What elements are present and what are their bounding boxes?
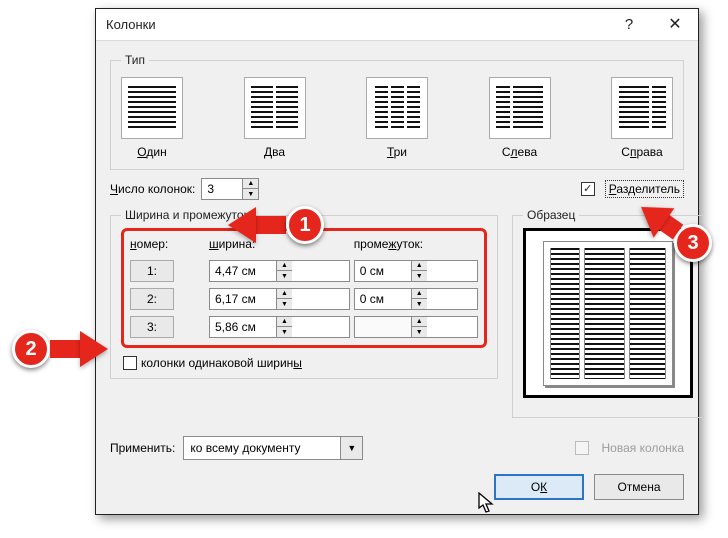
apply-row: Применить: ко всему документу ▼ Новая ко…: [110, 436, 684, 460]
preview-legend: Образец: [523, 208, 579, 222]
apply-label: Применить:: [110, 441, 175, 455]
row2-gap-spinner[interactable]: ▲▼: [354, 288, 478, 310]
row2-width-input[interactable]: [210, 289, 276, 309]
separator-checkbox[interactable]: [581, 182, 595, 196]
separator-row[interactable]: Разделитель: [581, 180, 684, 198]
row3-width-spinner[interactable]: ▲▼: [209, 316, 350, 338]
table-row: 3: ▲▼ ▲▼: [128, 313, 480, 341]
count-input[interactable]: [202, 179, 242, 199]
row1-gap-spinner[interactable]: ▲▼: [354, 260, 478, 282]
equal-width-checkbox[interactable]: [123, 356, 137, 370]
row2-gap-input[interactable]: [355, 289, 411, 309]
separator-label: Разделитель: [605, 180, 684, 198]
table-row: 2: ▲▼ ▲▼: [128, 285, 480, 313]
row1-num: 1:: [130, 260, 174, 282]
annotation-2-number: 2: [12, 330, 50, 368]
row3-num: 3:: [130, 316, 174, 338]
dialog-content: Тип Один Два Три Слева: [96, 41, 698, 514]
spin-up-icon[interactable]: ▲: [243, 179, 258, 189]
annotation-3-number: 3: [674, 224, 712, 262]
type-legend: Тип: [121, 53, 149, 67]
equal-width-row[interactable]: колонки одинаковой ширины: [123, 356, 487, 370]
preset-two-label: Два: [264, 145, 285, 159]
new-column-label: Новая колонка: [601, 441, 684, 455]
preset-two-icon: [244, 77, 306, 139]
row2-width-spinner[interactable]: ▲▼: [209, 288, 350, 310]
row2-num: 2:: [130, 288, 174, 310]
spin-down-icon[interactable]: ▼: [243, 189, 258, 199]
preset-one-label: Один: [137, 145, 166, 159]
count-row: Число колонок: ▲▼ Разделитель: [110, 178, 684, 200]
close-button[interactable]: ✕: [652, 9, 698, 41]
preset-left-label: Слева: [502, 145, 537, 159]
count-spinner[interactable]: ▲▼: [201, 178, 259, 200]
preview-page-icon: [543, 241, 673, 386]
preset-two[interactable]: Два: [244, 77, 306, 159]
preset-three-label: Три: [387, 145, 407, 159]
chevron-down-icon[interactable]: ▼: [340, 437, 362, 459]
equal-width-label: колонки одинаковой ширины: [141, 356, 302, 370]
preset-one[interactable]: Один: [121, 77, 183, 159]
type-group: Тип Один Два Три Слева: [110, 53, 684, 170]
columns-dialog: Колонки ? ✕ Тип Один Два Три: [95, 8, 699, 515]
preset-three-icon: [366, 77, 428, 139]
help-button[interactable]: ?: [606, 9, 652, 41]
preset-three[interactable]: Три: [366, 77, 428, 159]
cancel-button[interactable]: Отмена: [594, 474, 684, 500]
preset-right-icon: [611, 77, 673, 139]
width-table: номер: ширина: промежуток: 1: ▲▼ ▲▼ 2: ▲…: [128, 235, 480, 341]
preset-one-icon: [121, 77, 183, 139]
apply-value: ко всему документу: [184, 437, 340, 459]
row1-width-input[interactable]: [210, 261, 276, 281]
row1-width-spinner[interactable]: ▲▼: [209, 260, 350, 282]
annotation-3: 3: [636, 224, 712, 262]
preset-row: Один Два Три Слева Справа: [121, 77, 673, 159]
preset-left[interactable]: Слева: [489, 77, 551, 159]
new-column-checkbox: [575, 441, 589, 455]
row3-width-input[interactable]: [210, 317, 276, 337]
annotation-1-number: 1: [286, 206, 324, 244]
hdr-gap: промежуток:: [352, 235, 480, 257]
preset-right[interactable]: Справа: [611, 77, 673, 159]
count-label: Число колонок:: [110, 182, 195, 196]
ok-button[interactable]: ОК: [494, 474, 584, 500]
row1-gap-input[interactable]: [355, 261, 411, 281]
dialog-title: Колонки: [106, 17, 606, 32]
annotation-2: 2: [12, 330, 108, 368]
table-row: 1: ▲▼ ▲▼: [128, 257, 480, 285]
hdr-num: номер:: [128, 235, 207, 257]
annotation-1: 1: [228, 206, 324, 244]
preset-right-label: Справа: [621, 145, 662, 159]
row3-gap-spinner[interactable]: ▲▼: [354, 316, 478, 338]
apply-combo[interactable]: ко всему документу ▼: [183, 436, 363, 460]
button-row: ОК Отмена: [110, 474, 684, 500]
width-table-highlight: номер: ширина: промежуток: 1: ▲▼ ▲▼ 2: ▲…: [121, 228, 487, 348]
count-spin-buttons[interactable]: ▲▼: [242, 179, 258, 199]
preset-left-icon: [489, 77, 551, 139]
row3-gap-input: [355, 317, 411, 337]
titlebar: Колонки ? ✕: [96, 9, 698, 41]
